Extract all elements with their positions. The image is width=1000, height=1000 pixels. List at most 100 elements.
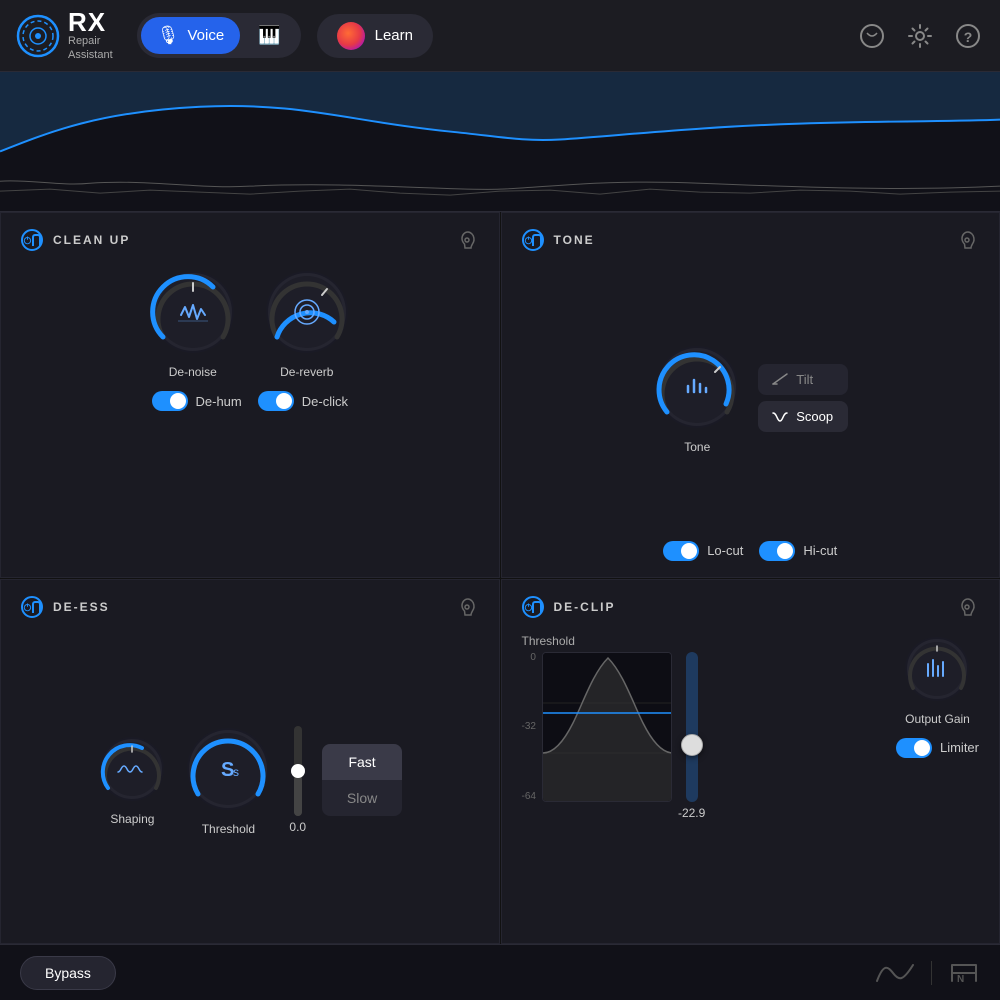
deess-slider-fill (294, 776, 302, 817)
declip-right-controls: Output Gain Limiter (896, 634, 979, 758)
voice-icon: 🎙 (157, 25, 180, 46)
fast-button[interactable]: Fast (322, 744, 402, 780)
scoop-button[interactable]: Scoop (758, 401, 848, 432)
learn-button[interactable]: Learn (317, 14, 433, 58)
output-gain-knob[interactable] (902, 634, 972, 704)
help-icon[interactable]: ? (952, 20, 984, 52)
locut-toggle-thumb (681, 543, 697, 559)
chat-icon[interactable] (856, 20, 888, 52)
music-icon: 🎹 (258, 25, 280, 46)
hicut-toggle-thumb (777, 543, 793, 559)
declick-toggle-thumb (276, 393, 292, 409)
tilt-button[interactable]: Tilt (758, 364, 848, 395)
tone-toggles: Lo-cut Hi-cut (522, 541, 980, 561)
limiter-toggle-group[interactable]: Limiter (896, 738, 979, 758)
slow-button[interactable]: Slow (322, 780, 402, 816)
hicut-toggle-group[interactable]: Hi-cut (759, 541, 837, 561)
declip-ear-icon[interactable] (957, 596, 979, 618)
footer: Bypass N (0, 944, 1000, 1000)
deess-panel-title: DE-ESS (53, 600, 110, 614)
denoise-label: De-noise (169, 365, 217, 379)
locut-toggle-group[interactable]: Lo-cut (663, 541, 743, 561)
declick-toggle-group[interactable]: De-click (258, 391, 348, 411)
deess-power-icon (23, 600, 32, 614)
deess-threshold-knob[interactable]: S s (183, 724, 273, 814)
learn-label: Learn (375, 27, 413, 44)
tone-label: Tone (684, 440, 710, 454)
shaping-knob-group: Shaping (97, 734, 167, 826)
tone-power-button[interactable] (522, 229, 544, 251)
chart-label-64: -64 (522, 791, 536, 802)
dehum-toggle[interactable] (152, 391, 188, 411)
declip-panel-title: DE-CLIP (554, 600, 616, 614)
chart-label-0: 0 (522, 652, 536, 663)
declip-slider-section[interactable]: -22.9 (678, 652, 705, 820)
declip-chart-section: Threshold 0 -32 -64 (522, 634, 706, 820)
declip-power-button[interactable] (522, 596, 544, 618)
declip-chart (542, 652, 672, 802)
tone-controls: Tone Tilt Scoop (522, 267, 980, 529)
deess-slider-thumb[interactable] (291, 764, 305, 778)
declick-toggle[interactable] (258, 391, 294, 411)
limiter-toggle[interactable] (896, 738, 932, 758)
dehum-toggle-thumb (170, 393, 186, 409)
deess-threshold-slider[interactable]: 0.0 (289, 726, 306, 834)
tone-buttons: Tilt Scoop (758, 364, 848, 432)
waveform-area[interactable] (0, 72, 1000, 212)
cleanup-toggles: De-hum De-click (21, 391, 479, 411)
dereverb-knob[interactable] (262, 267, 352, 357)
tone-ear-icon[interactable] (957, 229, 979, 251)
main-content: CLEAN UP (0, 212, 1000, 944)
declip-value: -22.9 (678, 806, 705, 820)
deess-slider-track[interactable] (294, 726, 302, 816)
declip-chart-svg (543, 653, 672, 802)
denoise-knob-group: De-noise (148, 267, 238, 379)
tone-knob[interactable] (652, 342, 742, 432)
logo-text: RX Repair Assistant (68, 9, 113, 61)
locut-toggle[interactable] (663, 541, 699, 561)
logo-area: RX Repair Assistant (16, 9, 113, 61)
declip-title-area: DE-CLIP (522, 596, 616, 618)
dehum-toggle-group[interactable]: De-hum (152, 391, 242, 411)
declip-chart-row: 0 -32 -64 (522, 652, 706, 820)
bypass-button[interactable]: Bypass (20, 956, 116, 990)
logo-subtitle: Repair Assistant (68, 35, 113, 61)
declip-panel-header: DE-CLIP (522, 596, 980, 618)
declip-slider-track[interactable] (686, 652, 698, 802)
footer-logos: N (875, 961, 980, 985)
tone-panel-header: TONE (522, 229, 980, 251)
deess-threshold-knob-group: S s Threshold (183, 724, 273, 836)
deess-ear-icon[interactable] (457, 596, 479, 618)
footer-divider (931, 961, 932, 985)
chart-y-axis: 0 -32 -64 (522, 652, 536, 802)
brand-logo-1 (875, 961, 915, 985)
scoop-label: Scoop (796, 409, 833, 424)
deess-power-button[interactable] (21, 596, 43, 618)
tone-panel-title: TONE (554, 233, 595, 247)
deess-controls: Shaping S s Threshold (21, 634, 479, 928)
denoise-knob[interactable] (148, 267, 238, 357)
deess-threshold-value: 0.0 (289, 820, 306, 834)
power-icon (23, 233, 32, 247)
header: RX Repair Assistant 🎙 Voice 🎹 Learn (0, 0, 1000, 72)
cleanup-knobs: De-noise De-reverb (21, 267, 479, 379)
mode-music-button[interactable]: 🎹 (242, 17, 296, 54)
hicut-toggle[interactable] (759, 541, 795, 561)
settings-icon[interactable] (904, 20, 936, 52)
cleanup-panel: CLEAN UP (0, 212, 500, 578)
cleanup-ear-icon[interactable] (457, 229, 479, 251)
chart-label-32: -32 (522, 721, 536, 732)
tone-knob-group: Tone (652, 342, 742, 454)
cleanup-power-button[interactable] (21, 229, 43, 251)
declip-power-icon (524, 600, 533, 614)
deess-title-area: DE-ESS (21, 596, 110, 618)
scoop-icon (772, 409, 788, 423)
deess-panel-header: DE-ESS (21, 596, 479, 618)
dehum-label: De-hum (196, 394, 242, 409)
header-icons: ? (856, 20, 984, 52)
output-gain-label: Output Gain (905, 712, 970, 726)
mode-voice-button[interactable]: 🎙 Voice (141, 17, 241, 54)
declip-slider-thumb[interactable] (681, 734, 703, 756)
shaping-knob[interactable] (97, 734, 167, 804)
shaping-label: Shaping (110, 812, 154, 826)
